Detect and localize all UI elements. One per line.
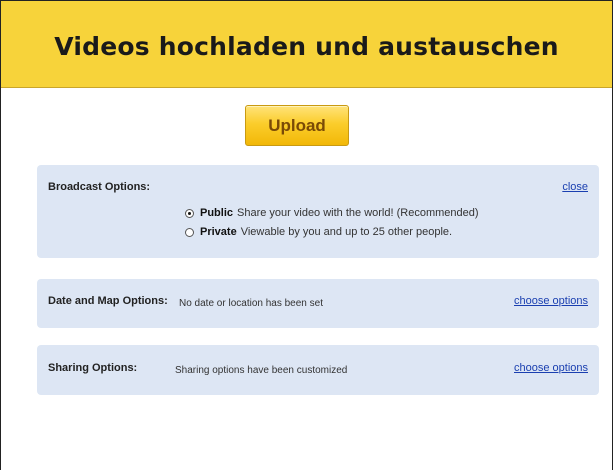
upload-button[interactable]: Upload <box>245 105 349 146</box>
header-banner: Videos hochladen und austauschen <box>1 1 612 88</box>
private-radio[interactable] <box>185 227 194 237</box>
private-title: Private <box>200 226 237 238</box>
date-map-options-label: Date and Map Options: <box>48 295 168 307</box>
date-map-status: No date or location has been set <box>179 298 323 309</box>
public-description: Share your video with the world! (Recomm… <box>237 207 479 219</box>
sharing-status: Sharing options have been customized <box>175 365 348 376</box>
sharing-choose-options-link[interactable]: choose options <box>514 362 588 374</box>
sharing-options-label: Sharing Options: <box>48 362 138 374</box>
close-link[interactable]: close <box>562 181 588 193</box>
option-public[interactable]: Public Share your video with the world! … <box>185 207 479 219</box>
public-radio[interactable] <box>185 208 194 218</box>
page-title: Videos hochladen und austauschen <box>54 32 559 61</box>
private-description: Viewable by you and up to 25 other peopl… <box>240 226 453 238</box>
broadcast-options-label: Broadcast Options: <box>48 181 151 193</box>
date-map-choose-options-link[interactable]: choose options <box>514 295 588 307</box>
radio-selected-dot <box>188 211 191 215</box>
broadcast-options-panel: Broadcast Options: close Public Share yo… <box>37 165 599 258</box>
option-private[interactable]: Private Viewable by you and up to 25 oth… <box>185 226 452 238</box>
date-map-options-panel: Date and Map Options: No date or locatio… <box>37 279 599 328</box>
public-title: Public <box>200 207 234 219</box>
sharing-options-panel: Sharing Options: Sharing options have be… <box>37 345 599 395</box>
